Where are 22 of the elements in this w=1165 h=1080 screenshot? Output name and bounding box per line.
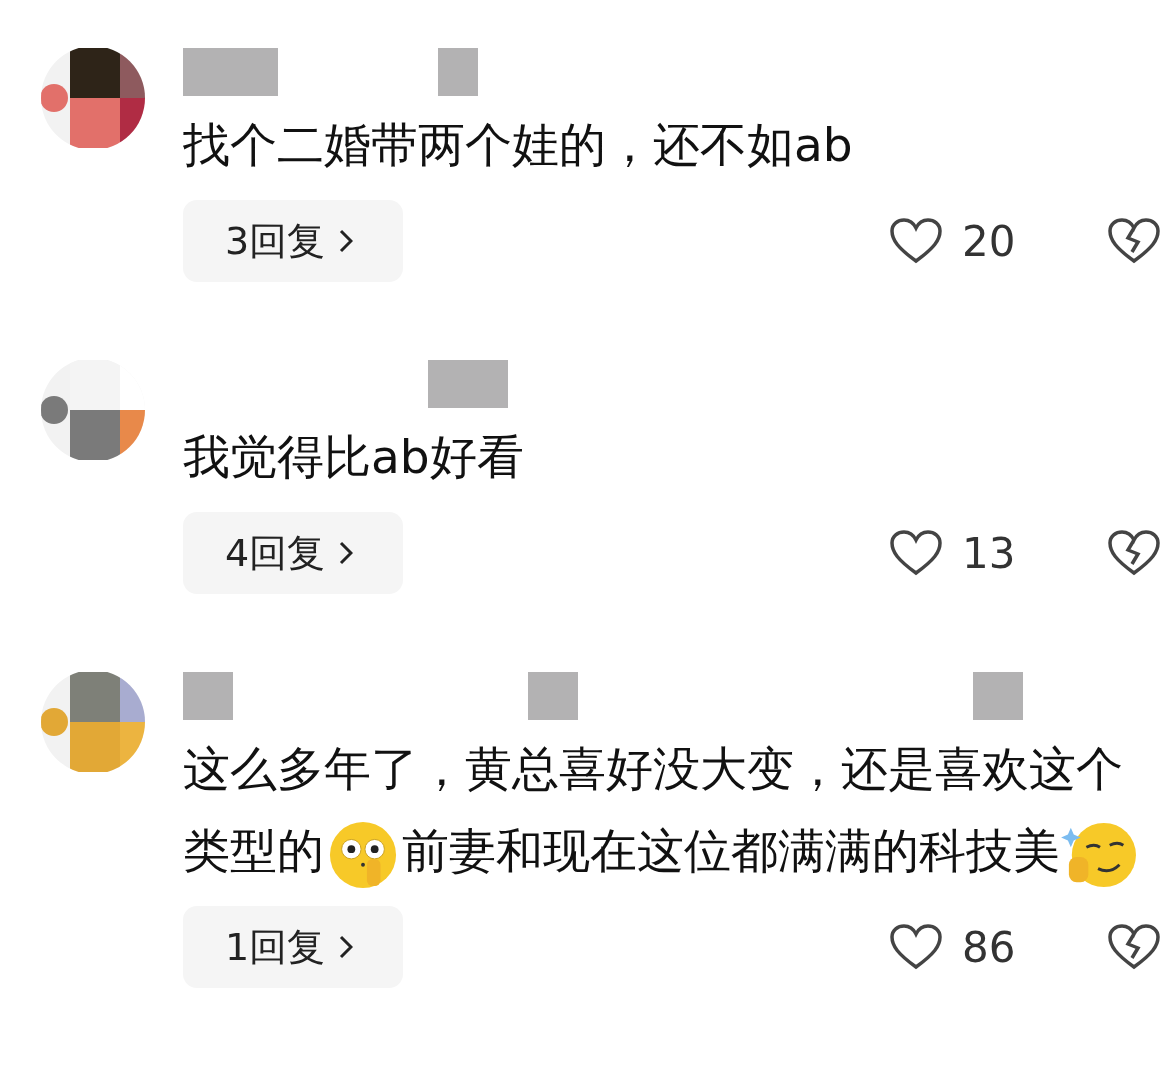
broken-heart-icon[interactable] (1108, 924, 1160, 970)
heart-icon[interactable] (890, 218, 942, 264)
pixelated-name (183, 672, 233, 720)
comment-text: 这么多年了，黄总喜好没大变，还是喜欢这个类型的 前妻和现在这位都满满的科技美 (183, 728, 1163, 892)
pixelated-name (528, 672, 578, 720)
broken-heart-icon[interactable] (1108, 218, 1160, 264)
chevron-right-icon (339, 541, 354, 565)
pixelated-name (438, 48, 478, 96)
like-count: 13 (962, 528, 1016, 578)
pixelated-name (973, 672, 1023, 720)
like-count: 20 (962, 216, 1016, 266)
replies-button[interactable]: 3回复 (183, 200, 403, 282)
comment-text: 我觉得比ab好看 (183, 428, 525, 486)
broken-heart-icon[interactable] (1108, 530, 1160, 576)
chevron-right-icon (339, 935, 354, 959)
like-count: 86 (962, 922, 1016, 972)
replies-button[interactable]: 4回复 (183, 512, 403, 594)
chevron-right-icon (339, 229, 354, 253)
heart-icon[interactable] (890, 530, 942, 576)
heart-icon[interactable] (890, 924, 942, 970)
comment-text: 找个二婚带两个娃的，还不如ab (183, 116, 854, 174)
replies-button[interactable]: 1回复 (183, 906, 403, 988)
